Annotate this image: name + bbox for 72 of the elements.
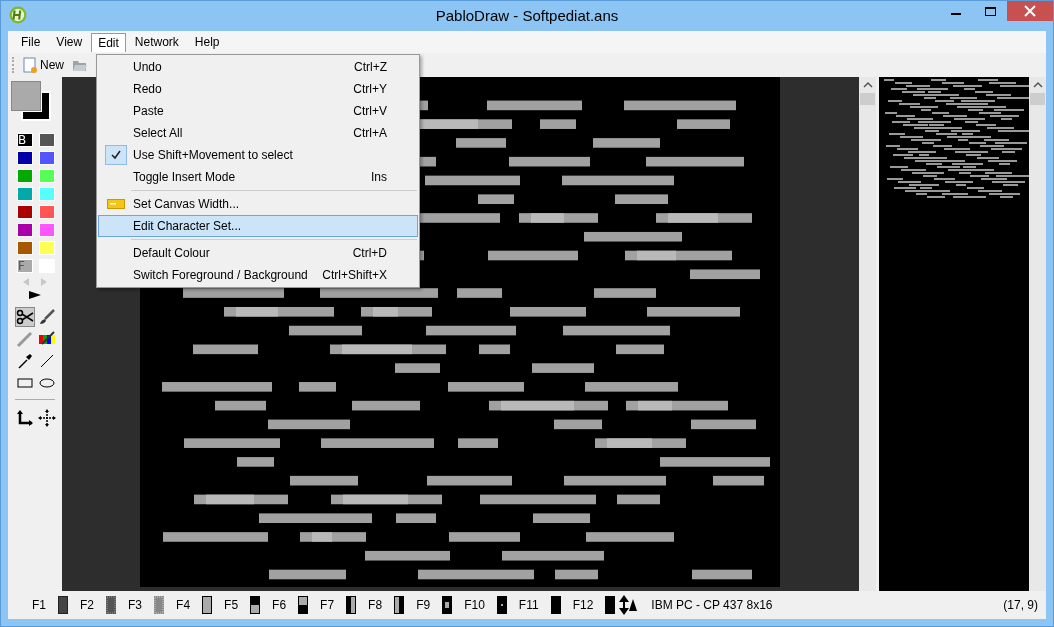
color-swatch[interactable] — [39, 133, 55, 147]
brush-tool-icon[interactable] — [37, 307, 57, 327]
scrollbar-thumb[interactable] — [860, 93, 875, 105]
menu-item[interactable]: Set Canvas Width... — [98, 193, 418, 215]
menu-item[interactable]: Edit Character Set... — [98, 215, 418, 237]
font-name: IBM PC - CP 437 8x16 — [651, 598, 773, 612]
color-swatch[interactable] — [39, 223, 55, 237]
color-swatch[interactable] — [17, 223, 33, 237]
function-key-label: F10 — [464, 598, 485, 612]
menu-item[interactable]: Edit — [91, 32, 126, 52]
menu-item[interactable]: Help — [187, 32, 227, 52]
function-key-label: F3 — [128, 598, 143, 612]
up-arrow-icon[interactable] — [629, 599, 638, 611]
ruler-icon — [107, 199, 125, 209]
foreground-color-swatch[interactable] — [11, 81, 41, 111]
close-icon — [1024, 5, 1036, 17]
corner-arrow-icon[interactable] — [15, 408, 35, 428]
menu-item[interactable]: Paste Ctrl+V — [98, 100, 418, 122]
block-block-icon[interactable] — [202, 596, 213, 614]
function-key-label: F4 — [176, 598, 191, 612]
full-block-icon[interactable] — [605, 596, 616, 614]
menu-item[interactable]: Toggle Insert Mode Ins — [98, 166, 418, 188]
function-key-label: F6 — [272, 598, 287, 612]
full-block-icon[interactable] — [550, 596, 561, 614]
function-key-label: F11 — [518, 598, 539, 612]
menu-item[interactable]: File — [14, 32, 48, 52]
new-document-icon — [22, 57, 38, 73]
dot-block-icon[interactable] — [496, 596, 507, 614]
color-swatch[interactable] — [17, 187, 33, 201]
color-swatch[interactable] — [17, 151, 33, 165]
close-button[interactable] — [1007, 1, 1053, 21]
menu-item[interactable]: Switch Foreground / Background Ctrl+Shift+X — [98, 264, 418, 286]
upper-half-block-icon[interactable] — [250, 596, 261, 614]
menu-item[interactable]: Select All Ctrl+A — [98, 122, 418, 144]
menu-item[interactable]: Undo Ctrl+Z — [98, 56, 418, 78]
menu-item[interactable]: Default Colour Ctrl+D — [98, 242, 418, 264]
color-swatch[interactable]: B — [17, 133, 33, 147]
menu-item[interactable]: Redo Ctrl+Y — [98, 78, 418, 100]
function-key-label: F12 — [572, 598, 594, 612]
color-swatch[interactable] — [39, 169, 55, 183]
move-icon[interactable] — [37, 408, 57, 428]
new-button[interactable]: New — [20, 57, 66, 73]
select-tool-icon[interactable] — [15, 307, 35, 327]
left-half-block-icon[interactable] — [346, 596, 357, 614]
color-swatch[interactable] — [39, 205, 55, 219]
medium-shade-block-icon[interactable] — [106, 596, 117, 614]
color-swatch[interactable] — [17, 241, 33, 255]
color-swatch[interactable] — [39, 241, 55, 255]
scrollbar-thumb[interactable] — [1030, 93, 1045, 105]
color-swatch[interactable] — [39, 187, 55, 201]
function-key-label: F2 — [80, 598, 95, 612]
app-logo-icon — [9, 6, 27, 24]
pointer-arrow-icon[interactable] — [29, 291, 41, 299]
menu-item[interactable]: View — [49, 32, 90, 52]
color-swatch[interactable] — [17, 169, 33, 183]
color-swatch[interactable] — [17, 205, 33, 219]
square-block-icon[interactable] — [442, 596, 453, 614]
lower-half-block-icon[interactable] — [298, 596, 309, 614]
function-key-label: F8 — [368, 598, 383, 612]
color-swatch[interactable] — [39, 151, 55, 165]
scroll-up-icon[interactable] — [862, 81, 873, 89]
menu-item[interactable]: Use Shift+Movement to select — [98, 144, 418, 166]
scroll-up-icon[interactable] — [1032, 81, 1043, 89]
function-key-label: F5 — [224, 598, 239, 612]
menu-item[interactable]: Network — [127, 32, 186, 52]
right-half-block-icon[interactable] — [394, 596, 405, 614]
function-key-label: F9 — [416, 598, 431, 612]
function-key-label: F1 — [32, 598, 46, 612]
function-key-label: F7 — [320, 598, 335, 612]
cursor-position: (17, 9) — [1003, 598, 1038, 612]
window-title: PabloDraw - Softpediat.ans — [435, 7, 619, 24]
light-shade-block-icon[interactable] — [154, 596, 165, 614]
